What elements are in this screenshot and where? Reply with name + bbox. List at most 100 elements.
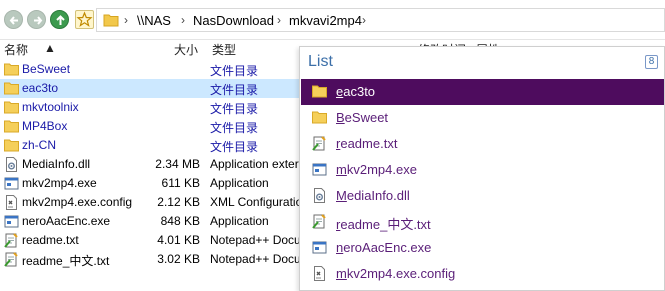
file-name: eac3to	[22, 81, 59, 95]
file-row[interactable]: readme.txt 4.01 KB Notepad++ Docu	[0, 231, 320, 250]
popup-item-label: mkv2mp4.exe	[336, 162, 417, 177]
exe-file-icon	[312, 162, 328, 178]
popup-item-label: mkv2mp4.exe.config	[336, 266, 455, 281]
file-type: 文件目录	[210, 121, 259, 135]
file-row[interactable]: mkv2mp4.exe 611 KB Application	[0, 174, 320, 193]
popup-list-item[interactable]: readme.txt	[301, 131, 664, 157]
popup-item-text: eadme_中文.txt	[340, 217, 431, 232]
dll-file-icon	[312, 188, 328, 204]
file-name: readme.txt	[22, 233, 79, 247]
folder-icon	[312, 110, 328, 126]
chevron-right-icon: ›	[362, 13, 366, 27]
access-key: m	[336, 162, 347, 177]
file-row[interactable]: MediaInfo.dll 2.34 MB Application exter	[0, 155, 320, 174]
arrow-up-icon	[56, 15, 65, 25]
popup-list-item[interactable]: mkv2mp4.exe	[301, 157, 664, 183]
access-key: M	[336, 188, 347, 203]
file-size: 3.02 KB	[157, 252, 200, 266]
folder-icon	[312, 84, 328, 100]
notepad-file-icon	[4, 252, 19, 267]
arrow-right-icon	[34, 16, 43, 25]
folder-row[interactable]: mkvtoolnix 文件目录	[0, 98, 320, 117]
file-type: 文件目录	[210, 64, 259, 78]
toolbar: › \\NAS › NasDownload › mkvavi2mp4 ›	[0, 0, 665, 40]
file-size: 611 KB	[161, 176, 200, 190]
popup-item-label: neroAacEnc.exe	[336, 240, 431, 255]
file-name: BeSweet	[22, 62, 71, 76]
file-type: XML Configuratio	[210, 195, 302, 209]
file-row[interactable]: readme_中文.txt 3.02 KB Notepad++ Docu	[0, 250, 320, 269]
file-name: neroAacEnc.exe	[22, 214, 111, 228]
popup-item-text: ac3to	[343, 84, 376, 99]
column-size[interactable]: 大小	[174, 41, 198, 58]
popup-list-item[interactable]: neroAacEnc.exe	[301, 235, 664, 261]
folder-row[interactable]: BeSweet 文件目录	[0, 60, 320, 79]
file-name: mkv2mp4.exe.config	[22, 195, 133, 209]
notepad-file-icon	[312, 136, 328, 152]
popup-item-text: eSweet	[344, 110, 389, 125]
file-type: Application exter	[210, 157, 299, 171]
popup-list-item[interactable]: mkv2mp4.exe.config	[301, 261, 664, 287]
folder-row[interactable]: eac3to 文件目录	[0, 79, 320, 98]
exe-file-icon	[4, 214, 19, 229]
popup-list-item[interactable]: MediaInfo.dll	[301, 183, 664, 209]
arrow-left-icon	[9, 16, 18, 25]
folder-icon	[4, 100, 19, 115]
address-bar[interactable]: › \\NAS › NasDownload › mkvavi2mp4 ›	[96, 8, 665, 32]
folder-icon	[4, 119, 19, 134]
favorites-button[interactable]	[75, 10, 94, 29]
file-name: readme_中文.txt	[22, 254, 110, 268]
exe-file-icon	[4, 176, 19, 191]
file-name: MediaInfo.dll	[22, 157, 91, 171]
popup-item-text: kv2mp4.exe.config	[346, 266, 456, 281]
file-size: 2.34 MB	[155, 157, 200, 171]
file-type: 文件目录	[210, 102, 259, 116]
folder-icon	[4, 138, 19, 153]
file-type: Application	[210, 214, 269, 228]
column-name[interactable]: 名称	[4, 41, 28, 58]
file-type: Application	[210, 176, 269, 190]
file-size: 2.12 KB	[157, 195, 200, 209]
popup-item-label: MediaInfo.dll	[336, 188, 410, 203]
file-size: 848 KB	[160, 214, 200, 228]
chevron-right-icon: ›	[277, 13, 281, 27]
folder-icon	[103, 14, 119, 27]
column-type[interactable]: 类型	[212, 41, 236, 58]
breadcrumb-nas[interactable]: \\NAS	[137, 13, 171, 28]
file-name: mkvtoolnix	[22, 100, 79, 114]
access-key: B	[336, 110, 345, 125]
file-name: mkv2mp4.exe	[22, 176, 97, 190]
notepad-file-icon	[4, 233, 19, 248]
file-size: 4.01 KB	[157, 233, 200, 247]
chevron-right-icon: ›	[181, 13, 185, 27]
back-button[interactable]	[4, 10, 23, 29]
notepad-file-icon	[312, 214, 328, 230]
forward-button[interactable]	[27, 10, 46, 29]
access-key: m	[336, 266, 347, 281]
config-file-icon	[4, 195, 19, 210]
sort-up-icon: ▲	[44, 41, 56, 55]
popup-item-label: readme_中文.txt	[336, 214, 431, 233]
popup-list-item[interactable]: readme_中文.txt	[301, 209, 664, 235]
file-type: Notepad++ Docu	[210, 252, 301, 266]
folder-row[interactable]: MP4Box 文件目录	[0, 117, 320, 136]
file-row[interactable]: neroAacEnc.exe 848 KB Application	[0, 212, 320, 231]
breadcrumb-mkvavi2mp4[interactable]: mkvavi2mp4	[289, 13, 362, 28]
popup-item-text: kv2mp4.exe	[346, 162, 417, 177]
exe-file-icon	[312, 240, 328, 256]
folder-row[interactable]: zh-CN 文件目录	[0, 136, 320, 155]
popup-item-text: eroAacEnc.exe	[343, 240, 432, 255]
popup-list-item[interactable]: eac3to	[301, 79, 664, 105]
popup-list-item[interactable]: BeSweet	[301, 105, 664, 131]
dll-file-icon	[4, 157, 19, 172]
popup-title: List	[308, 53, 333, 70]
folder-icon	[4, 81, 19, 96]
breadcrumb-nasdownload[interactable]: NasDownload	[193, 13, 274, 28]
config-file-icon	[312, 266, 328, 282]
popup-item-text: ediaInfo.dll	[346, 188, 410, 203]
popup-list: List 8 eac3to BeSweet readme.txt mkv2mp4.ex…	[299, 46, 665, 291]
file-row[interactable]: mkv2mp4.exe.config 2.12 KB XML Configurati…	[0, 193, 320, 212]
up-button[interactable]	[50, 10, 69, 29]
folder-icon	[4, 62, 19, 77]
star-icon	[76, 11, 93, 27]
